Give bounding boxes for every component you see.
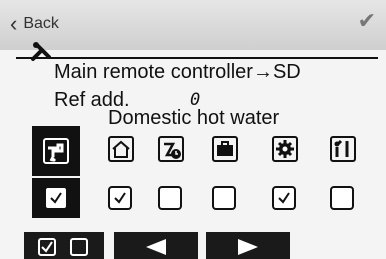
check-icon	[278, 192, 290, 204]
function-icon-row	[0, 126, 386, 178]
previous-button[interactable]	[114, 232, 198, 259]
bottom-button-bar	[0, 232, 386, 259]
schedule-clock-icon	[158, 136, 184, 162]
suitcase-icon	[212, 136, 238, 162]
back-button[interactable]: ‹ Back	[10, 12, 59, 36]
arrow-right-icon	[238, 239, 258, 255]
remote-controller-screen: ‹ Back ✔ Main remote controller→SD Ref a…	[0, 0, 386, 259]
checkbox-schedule[interactable]	[158, 186, 182, 210]
back-label: Back	[23, 15, 59, 32]
gear-icon	[272, 136, 298, 162]
toggle-check-button[interactable]	[24, 232, 104, 259]
arrow-left-icon	[146, 239, 166, 255]
top-bar: ‹ Back ✔	[0, 0, 386, 50]
next-button[interactable]	[206, 232, 290, 259]
service-tools-icon	[330, 136, 356, 162]
check-icon	[50, 192, 62, 204]
function-schedule[interactable]	[150, 128, 192, 170]
checkbox-domestic-hot-water[interactable]	[44, 186, 68, 210]
function-settings[interactable]	[264, 128, 306, 170]
checkbox-heating[interactable]	[108, 186, 132, 210]
checkbox-holiday[interactable]	[212, 186, 236, 210]
checkbox-settings[interactable]	[272, 186, 296, 210]
function-domestic-hot-water[interactable]	[32, 126, 80, 176]
function-heating[interactable]	[100, 128, 142, 170]
checkbox-service[interactable]	[330, 186, 354, 210]
check-icon	[114, 192, 126, 204]
faucet-icon	[43, 138, 69, 164]
function-service[interactable]	[322, 128, 364, 170]
check-toggle-icon	[38, 238, 88, 256]
header-divider	[16, 57, 378, 59]
chevron-left-icon: ‹	[10, 11, 18, 36]
house-icon	[108, 136, 134, 162]
enable-checkbox-row	[0, 182, 386, 212]
confirm-checkmark-icon[interactable]: ✔	[358, 10, 376, 32]
function-holiday[interactable]	[204, 128, 246, 170]
function-title: Domestic hot water	[108, 107, 280, 129]
controller-mode-text: Main remote controller→SD	[54, 61, 301, 83]
